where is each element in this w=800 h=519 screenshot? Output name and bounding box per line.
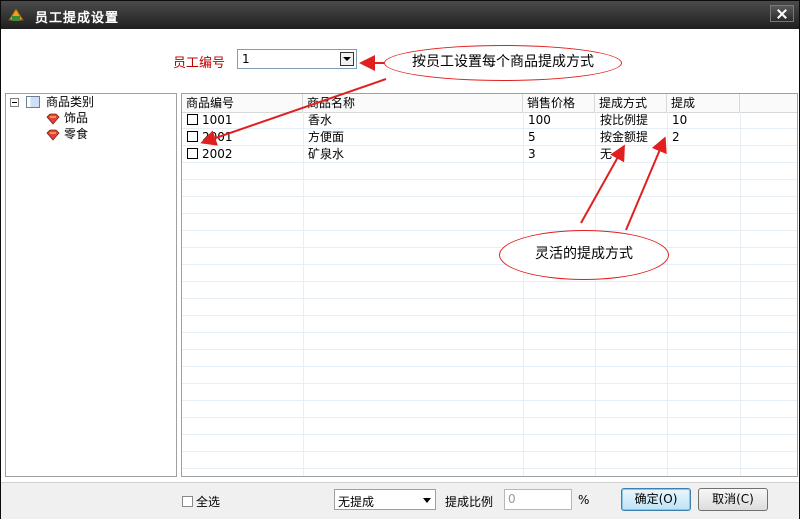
tree-root-label[interactable]: 商品类别: [46, 94, 94, 110]
grid-col-line: [740, 112, 741, 476]
row-checkbox[interactable]: [187, 131, 198, 142]
annotation-bubble-top: 按员工设置每个商品提成方式: [384, 45, 622, 81]
grid-row-line: [182, 213, 797, 214]
select-all-label[interactable]: 全选: [196, 493, 220, 510]
grid-row-line: [182, 162, 797, 163]
col-header-commission[interactable]: 提成: [667, 94, 740, 112]
row-checkbox[interactable]: [187, 148, 198, 159]
annotation-text-bottom: 灵活的提成方式: [535, 246, 633, 262]
col-header-code[interactable]: 商品编号: [182, 94, 303, 112]
dialog-window: 员工提成设置 员工编号 1 商品类别 饰品 零食 商品编号 商品名称 销售价格 …: [0, 0, 800, 519]
col-header-name[interactable]: 商品名称: [303, 94, 523, 112]
grid-row-line: [182, 298, 797, 299]
category-tree[interactable]: 商品类别 饰品 零食: [5, 93, 177, 477]
employee-id-value: 1: [242, 52, 250, 66]
row-price: 5: [528, 130, 536, 144]
annotation-text-top: 按员工设置每个商品提成方式: [412, 54, 594, 70]
chevron-down-icon[interactable]: [340, 52, 354, 66]
grid-row-line: [182, 264, 797, 265]
row-method[interactable]: 按比例提: [600, 112, 648, 128]
product-grid[interactable]: 商品编号 商品名称 销售价格 提成方式 提成 1001 香水 100 按比例提 …: [181, 93, 798, 477]
row-name: 方便面: [308, 130, 345, 144]
row-method[interactable]: 按金额提: [600, 129, 648, 145]
grid-row-line: [182, 145, 797, 146]
percent-sign: %: [578, 493, 590, 507]
grid-col-line: [303, 112, 304, 476]
commission-mode-value: 无提成: [338, 495, 375, 509]
row-name: 矿泉水: [308, 147, 345, 161]
close-button[interactable]: [770, 5, 794, 22]
tree-item-ornaments[interactable]: 饰品: [64, 110, 88, 126]
jewel-icon: [46, 113, 60, 125]
grid-row-line: [182, 332, 797, 333]
ratio-input[interactable]: 0: [504, 489, 572, 510]
col-header-method[interactable]: 提成方式: [595, 94, 667, 112]
grid-row-line: [182, 196, 797, 197]
col-header-price[interactable]: 销售价格: [523, 94, 595, 112]
collapse-icon[interactable]: [10, 98, 19, 107]
row-price: 100: [528, 113, 551, 127]
grid-col-line: [667, 112, 668, 476]
app-icon: [8, 8, 24, 21]
col-header-filler: [740, 94, 797, 112]
grid-row-line: [182, 417, 797, 418]
row-commission[interactable]: 10: [672, 112, 687, 128]
row-checkbox[interactable]: [187, 114, 198, 125]
row-name: 香水: [308, 113, 333, 127]
row-method[interactable]: 无: [600, 146, 612, 162]
row-code: 2001: [202, 130, 233, 144]
ok-button[interactable]: 确定(O): [621, 488, 691, 511]
grid-col-line: [523, 112, 524, 476]
cancel-button[interactable]: 取消(C): [698, 488, 768, 511]
tree-item-snacks[interactable]: 零食: [64, 126, 88, 142]
grid-col-line: [595, 112, 596, 476]
grid-row-line: [182, 315, 797, 316]
window-title: 员工提成设置: [35, 11, 120, 26]
employee-id-select[interactable]: 1: [237, 49, 357, 69]
grid-row-line: [182, 230, 797, 231]
row-code: 2002: [202, 147, 233, 161]
grid-row-line: [182, 468, 797, 469]
grid-row-line: [182, 434, 797, 435]
grid-row-line: [182, 281, 797, 282]
title-bar[interactable]: 员工提成设置: [1, 1, 799, 29]
row-price: 3: [528, 147, 536, 161]
employee-id-label: 员工编号: [173, 56, 226, 71]
grid-row-line: [182, 128, 797, 129]
grid-row-line: [182, 179, 797, 180]
grid-row-line: [182, 400, 797, 401]
commission-mode-select[interactable]: 无提成: [334, 489, 436, 510]
row-commission[interactable]: 2: [672, 129, 680, 145]
ratio-label: 提成比例: [445, 495, 494, 509]
grid-row-line: [182, 247, 797, 248]
select-all-checkbox[interactable]: [182, 496, 193, 507]
chevron-down-icon[interactable]: [423, 498, 431, 503]
grid-row-line: [182, 383, 797, 384]
grid-row-line: [182, 366, 797, 367]
dialog-client: 员工编号 1 商品类别 饰品 零食 商品编号 商品名称 销售价格 提成方式 提成…: [1, 29, 799, 519]
annotation-bubble-bottom: 灵活的提成方式: [499, 230, 669, 280]
category-grid-icon: [26, 96, 40, 108]
row-code: 1001: [202, 113, 233, 127]
grid-header: 商品编号 商品名称 销售价格 提成方式 提成: [182, 94, 797, 113]
grid-row-line: [182, 349, 797, 350]
bottom-toolbar: 全选 无提成 提成比例 0 % 确定(O) 取消(C): [1, 482, 799, 519]
grid-row-line: [182, 451, 797, 452]
jewel-icon: [46, 129, 60, 141]
